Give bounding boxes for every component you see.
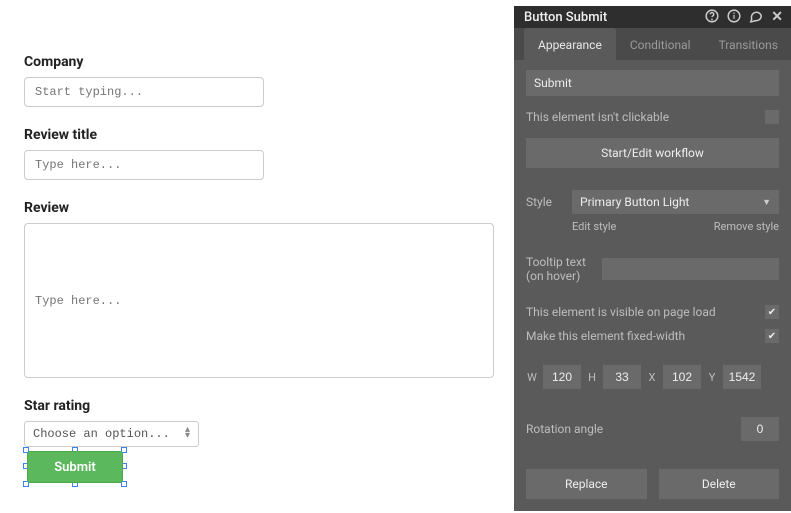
replace-label: Replace bbox=[565, 477, 608, 491]
dim-x-input[interactable] bbox=[663, 365, 701, 389]
style-label: Style bbox=[526, 195, 562, 209]
remove-style-link[interactable]: Remove style bbox=[714, 220, 779, 233]
tab-transitions[interactable]: Transitions bbox=[705, 28, 791, 60]
submit-button[interactable]: Submit bbox=[27, 451, 123, 483]
rotation-row: Rotation angle bbox=[526, 417, 779, 441]
fixed-width-row: Make this element fixed-width ✔ bbox=[526, 329, 779, 343]
dim-x-label: X bbox=[646, 371, 658, 384]
fixed-width-checkbox[interactable]: ✔ bbox=[765, 329, 779, 343]
dim-y-input[interactable] bbox=[723, 365, 761, 389]
visible-checkbox[interactable]: ✔ bbox=[765, 305, 779, 319]
chevron-down-icon: ▼ bbox=[762, 197, 771, 208]
style-links: Edit style Remove style bbox=[526, 220, 779, 233]
dim-y-label: Y bbox=[706, 371, 718, 384]
info-icon[interactable] bbox=[727, 9, 741, 26]
close-icon[interactable]: ✕ bbox=[771, 10, 783, 24]
star-rating-label: Star rating bbox=[24, 398, 504, 414]
style-value: Primary Button Light bbox=[580, 195, 689, 209]
dim-h-label: H bbox=[586, 371, 598, 384]
tooltip-input[interactable] bbox=[602, 258, 779, 280]
dim-h-input[interactable] bbox=[603, 365, 641, 389]
visible-row: This element is visible on page load ✔ bbox=[526, 305, 779, 319]
panel-header-icons: ✕ bbox=[705, 9, 783, 26]
panel-header: Button Submit ✕ bbox=[514, 6, 791, 28]
panel-body: Submit This element isn't clickable Star… bbox=[514, 60, 791, 511]
review-label: Review bbox=[24, 200, 504, 216]
bottom-buttons: Replace Delete bbox=[526, 469, 779, 499]
replace-button[interactable]: Replace bbox=[526, 469, 647, 499]
review-title-input[interactable] bbox=[24, 150, 264, 180]
clickable-checkbox[interactable] bbox=[765, 110, 779, 124]
company-label: Company bbox=[24, 54, 504, 70]
star-rating-placeholder: Choose an option... bbox=[33, 427, 170, 441]
delete-label: Delete bbox=[702, 477, 736, 491]
style-select[interactable]: Primary Button Light ▼ bbox=[572, 190, 779, 214]
element-text-value: Submit bbox=[534, 76, 572, 90]
visible-label: This element is visible on page load bbox=[526, 305, 716, 319]
tooltip-label: Tooltip text (on hover) bbox=[526, 255, 594, 283]
start-edit-workflow-label: Start/Edit workflow bbox=[601, 146, 704, 160]
tooltip-row: Tooltip text (on hover) bbox=[526, 255, 779, 283]
style-row: Style Primary Button Light ▼ bbox=[526, 190, 779, 214]
help-icon[interactable] bbox=[705, 9, 719, 26]
company-input[interactable] bbox=[24, 77, 264, 107]
tab-conditional[interactable]: Conditional bbox=[616, 28, 705, 60]
edit-style-link[interactable]: Edit style bbox=[572, 220, 616, 233]
properties-panel: Button Submit ✕ Appearance Conditional T… bbox=[514, 6, 791, 511]
select-sort-icon: ▴▾ bbox=[185, 428, 190, 440]
star-rating-select[interactable]: Choose an option... ▴▾ bbox=[24, 421, 199, 447]
delete-button[interactable]: Delete bbox=[659, 469, 780, 499]
rotation-input[interactable] bbox=[741, 417, 779, 441]
dim-w-input[interactable] bbox=[543, 365, 581, 389]
clickable-label: This element isn't clickable bbox=[526, 110, 669, 124]
submit-selection-wrap: Submit bbox=[24, 448, 126, 486]
dimensions-row: W H X Y bbox=[526, 365, 779, 389]
review-title-label: Review title bbox=[24, 127, 504, 143]
element-text-input[interactable]: Submit bbox=[526, 70, 779, 96]
review-textarea[interactable] bbox=[24, 223, 494, 378]
panel-tabs: Appearance Conditional Transitions bbox=[514, 28, 791, 60]
form-area: Company Review title Review Star rating … bbox=[24, 54, 504, 447]
start-edit-workflow-button[interactable]: Start/Edit workflow bbox=[526, 138, 779, 168]
submit-button-label: Submit bbox=[54, 460, 96, 475]
dim-w-label: W bbox=[526, 371, 538, 384]
clickable-row: This element isn't clickable bbox=[526, 110, 779, 124]
fixed-width-label: Make this element fixed-width bbox=[526, 329, 685, 343]
comment-icon[interactable] bbox=[749, 9, 763, 26]
tab-appearance[interactable]: Appearance bbox=[524, 28, 616, 60]
panel-title: Button Submit bbox=[524, 10, 607, 25]
rotation-label: Rotation angle bbox=[526, 422, 603, 436]
